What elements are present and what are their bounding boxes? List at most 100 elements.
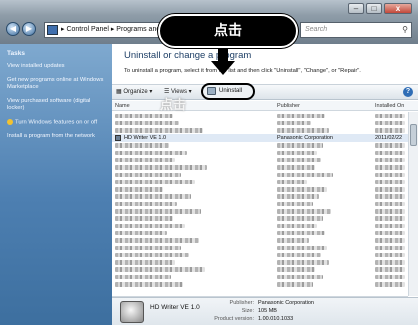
hd-writer-large-icon — [120, 301, 144, 323]
uninstall-button[interactable]: Uninstall — [201, 83, 255, 100]
list-item[interactable] — [112, 281, 408, 288]
obscured-text — [115, 260, 175, 265]
magnifier-icon[interactable]: ⚲ — [402, 23, 408, 37]
obscured-text — [277, 128, 329, 133]
obscured-text — [375, 267, 405, 272]
obscured-text — [277, 216, 323, 221]
list-item[interactable] — [112, 149, 408, 156]
obscured-text — [277, 143, 323, 148]
obscured-text — [115, 128, 203, 133]
control-panel-icon — [47, 25, 58, 35]
scroll-thumb[interactable] — [410, 124, 417, 146]
list-item[interactable] — [112, 222, 408, 229]
obscured-text — [277, 245, 327, 251]
obscured-text — [375, 209, 405, 214]
shield-icon — [7, 118, 13, 125]
obscured-text — [277, 120, 311, 126]
obscured-text — [375, 150, 405, 156]
control-panel-window: – □ x ◀ ▶ ▸ Control Panel ▸ Programs and… — [0, 0, 418, 325]
uninstall-label: Uninstall — [219, 88, 243, 94]
list-item[interactable] — [112, 164, 408, 171]
task-link-windows-features-label: Turn Windows features on or off — [15, 119, 98, 126]
search-input[interactable]: Search ⚲ — [300, 22, 412, 38]
obscured-text — [115, 252, 189, 258]
obscured-text — [115, 238, 199, 243]
obscured-text — [115, 216, 173, 221]
uninstall-icon — [207, 87, 216, 95]
column-installed-on[interactable]: Installed On — [375, 101, 404, 111]
obscured-text — [115, 157, 175, 163]
list-item[interactable] — [112, 251, 408, 258]
obscured-text — [115, 230, 167, 236]
list-item[interactable] — [112, 171, 408, 178]
obscured-text — [375, 260, 405, 265]
maximize-button[interactable]: □ — [366, 3, 382, 14]
list-item[interactable] — [112, 273, 408, 280]
instructions: To uninstall a program, select it from t… — [124, 68, 361, 74]
obscured-text — [115, 113, 173, 118]
obscured-text — [375, 179, 405, 185]
list-item[interactable] — [112, 156, 408, 163]
list-item[interactable] — [112, 178, 408, 185]
obscured-text — [375, 120, 405, 126]
obscured-text — [115, 267, 205, 272]
obscured-text — [115, 223, 185, 229]
callout-arrow-shaft — [218, 48, 228, 62]
list-item[interactable] — [112, 259, 408, 266]
obscured-text — [277, 223, 317, 229]
list-item[interactable] — [112, 112, 408, 119]
selected-row-date: 2011/02/22 — [375, 134, 403, 141]
list-item[interactable] — [112, 229, 408, 236]
list-item[interactable] — [112, 244, 408, 251]
forward-button[interactable]: ▶ — [22, 22, 36, 36]
obscured-text — [375, 194, 405, 199]
address-text: ▸ Control Panel ▸ Programs and F — [61, 26, 167, 33]
close-button[interactable]: x — [384, 3, 412, 14]
list-item[interactable] — [112, 237, 408, 244]
column-headers: Name Publisher Installed On — [112, 101, 418, 111]
window-controls: – □ x — [348, 3, 412, 14]
obscured-text — [115, 194, 191, 199]
obscured-text — [375, 274, 405, 280]
vertical-scrollbar[interactable] — [408, 112, 418, 296]
obscured-text — [375, 143, 405, 148]
selected-row[interactable]: HD Writer VE 1.0 Panasonic Corporation 2… — [112, 133, 408, 142]
nav-buttons: ◀ ▶ — [6, 22, 36, 36]
organize-menu[interactable]: ▦ Organize ▾ — [116, 85, 152, 99]
help-icon[interactable]: ? — [403, 87, 413, 97]
task-link-marketplace[interactable]: Get new programs online at Windows Marke… — [7, 77, 105, 92]
list-item[interactable] — [112, 208, 408, 215]
list-item[interactable] — [112, 215, 408, 222]
hd-writer-icon — [115, 134, 121, 141]
column-name[interactable]: Name — [115, 101, 130, 111]
obscured-text — [375, 187, 405, 192]
click-callout: 点击 — [158, 14, 298, 48]
list-item[interactable] — [112, 119, 408, 126]
list-item[interactable] — [112, 200, 408, 207]
page-title: Uninstall or change a program — [124, 50, 252, 61]
task-link-install-network[interactable]: Install a program from the network — [7, 133, 105, 141]
task-link-digital-locker[interactable]: View purchased software (digital locker) — [7, 98, 105, 113]
list-item[interactable] — [112, 142, 408, 149]
task-link-installed-updates[interactable]: View installed updates — [7, 63, 105, 71]
task-link-windows-features[interactable]: Turn Windows features on or off — [7, 118, 105, 127]
list-item[interactable] — [112, 193, 408, 200]
back-button[interactable]: ◀ — [6, 22, 20, 36]
obscured-text — [115, 282, 183, 287]
obscured-text — [277, 201, 313, 207]
tasks-heading: Tasks — [7, 50, 25, 57]
minimize-button[interactable]: – — [348, 3, 364, 14]
column-publisher[interactable]: Publisher — [277, 101, 300, 111]
obscured-text — [277, 179, 307, 185]
obscured-text — [277, 282, 313, 287]
list-item[interactable] — [112, 266, 408, 273]
obscured-text — [277, 209, 331, 214]
obscured-text — [115, 150, 187, 156]
list-item[interactable] — [112, 186, 408, 193]
list-item[interactable] — [112, 127, 408, 134]
obscured-text — [277, 252, 321, 258]
obscured-text — [375, 113, 405, 118]
program-list: HD Writer VE 1.0 Panasonic Corporation 2… — [112, 112, 408, 296]
ghost-overlay-text: 点击 — [160, 98, 187, 113]
list-item-selected[interactable]: HD Writer VE 1.0 Panasonic Corporation 2… — [112, 133, 408, 142]
